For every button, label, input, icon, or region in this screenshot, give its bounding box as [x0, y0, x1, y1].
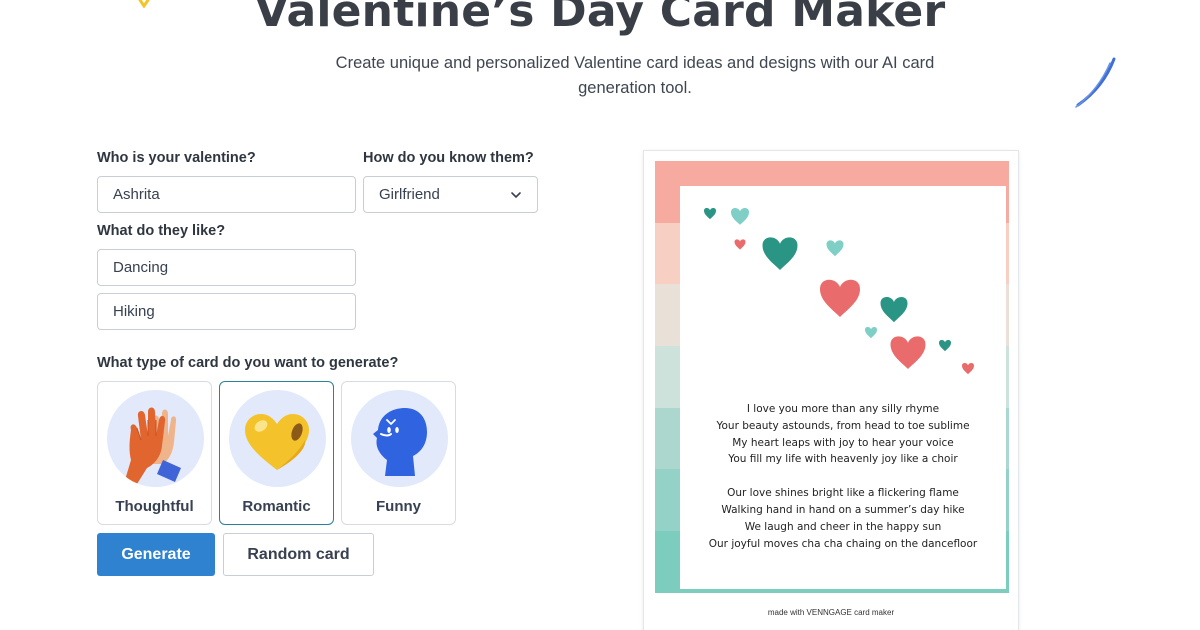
card-type-funny[interactable]: Funny — [341, 381, 456, 525]
hearts-decoration — [704, 208, 974, 375]
like-input-1[interactable]: Dancing — [97, 249, 356, 286]
heart-icon — [731, 208, 749, 225]
page-title: Valentine’s Day Card Maker — [254, 0, 946, 37]
relationship-value: Girlfriend — [379, 186, 440, 203]
card-preview: I love you more than any silly rhyme You… — [643, 150, 1019, 630]
thoughtful-icon-circle — [107, 390, 204, 487]
chevron-down-icon — [511, 191, 521, 198]
card-inner: I love you more than any silly rhyme You… — [680, 186, 1006, 589]
heart-icon — [704, 208, 716, 220]
poem-line: Our joyful moves cha cha chaing on the d… — [708, 537, 978, 550]
valentine-name-label: Who is your valentine? — [97, 150, 256, 166]
heart-icon — [890, 336, 926, 369]
valentine-name-input[interactable]: Ashrita — [97, 176, 356, 213]
relationship-label: How do you know them? — [363, 150, 534, 166]
card-type-label: What type of card do you want to generat… — [97, 355, 399, 371]
card-type-thoughtful-label: Thoughtful — [115, 498, 194, 515]
poem-line: I love you more than any silly rhyme — [746, 403, 940, 415]
poem-line: You fill my life with heavenly joy like … — [728, 453, 958, 466]
generate-button[interactable]: Generate — [97, 533, 215, 576]
random-card-button[interactable]: Random card — [223, 533, 374, 576]
heart-icon — [245, 414, 309, 470]
page-subtitle: Create unique and personalized Valentine… — [310, 51, 960, 101]
heart-icon — [826, 240, 844, 257]
poem-line: Walking hand in hand on a summer’s day h… — [721, 503, 965, 516]
poem-line: Our love shines bright like a flickering… — [727, 487, 959, 500]
heart-icon — [762, 237, 798, 270]
card-poem: I love you more than any silly rhyme You… — [680, 401, 1006, 552]
card-footer: made with VENNGAGE card maker — [767, 608, 895, 617]
heart-icon — [880, 297, 908, 323]
heart-icon — [820, 279, 860, 317]
romantic-icon-circle — [229, 390, 326, 487]
heart-icon — [865, 327, 877, 339]
card-type-romantic[interactable]: Romantic — [219, 381, 334, 525]
like-value-1: Dancing — [113, 259, 169, 276]
laughing-head-icon — [373, 408, 427, 476]
heart-icon — [734, 239, 746, 250]
heart-icon — [939, 340, 951, 352]
valentine-name-value: Ashrita — [113, 186, 160, 203]
card-type-romantic-label: Romantic — [242, 498, 311, 515]
likes-label: What do they like? — [97, 223, 226, 239]
subtitle-line-2: generation tool. — [578, 79, 692, 97]
poem-line: Your beauty astounds, from head to toe s… — [716, 419, 970, 432]
funny-icon-circle — [351, 390, 448, 487]
subtitle-line-1: Create unique and personalized Valentine… — [335, 54, 935, 72]
card-type-thoughtful[interactable]: Thoughtful — [97, 381, 212, 525]
poem-line: We laugh and cheer in the happy sun — [744, 520, 942, 533]
heart-icon — [962, 363, 974, 375]
poem-line: My heart leaps with joy to hear your voi… — [732, 436, 954, 449]
like-value-2: Hiking — [113, 303, 155, 320]
high-five-icon — [125, 407, 181, 484]
like-input-2[interactable]: Hiking — [97, 293, 356, 330]
relationship-select[interactable]: Girlfriend — [363, 176, 538, 213]
card-type-funny-label: Funny — [376, 498, 421, 515]
stanza-gap — [680, 468, 1006, 485]
blue-brush-stroke-icon — [1075, 57, 1116, 108]
